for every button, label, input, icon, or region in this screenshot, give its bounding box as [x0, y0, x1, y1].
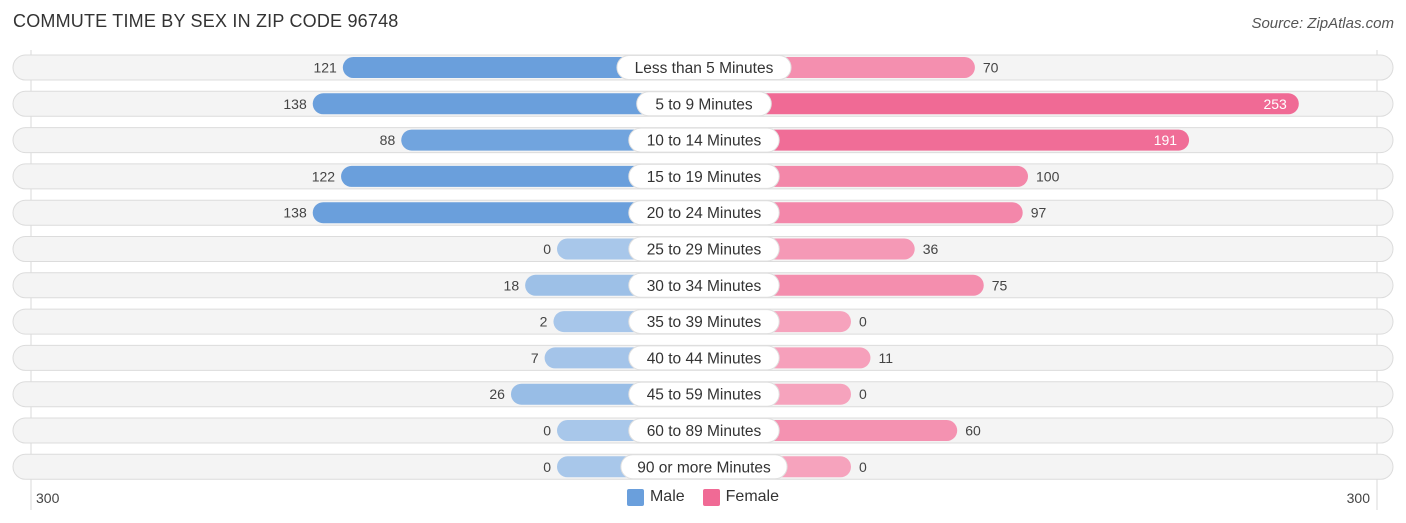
bar-female: [704, 93, 1299, 115]
value-label-female: 0: [859, 386, 867, 402]
legend-label-female: Female: [725, 488, 780, 505]
value-label-male: 7: [531, 350, 539, 366]
category-label: 10 to 14 Minutes: [647, 133, 762, 150]
value-label-male: 122: [312, 168, 336, 184]
chart-row[interactable]: 90 or more Minutes 0 0: [12, 453, 1394, 480]
legend: Male Female: [0, 488, 1406, 506]
value-label-male: 0: [543, 423, 551, 439]
value-label-male: 2: [540, 314, 548, 330]
value-label-male: 138: [283, 96, 307, 112]
chart-row[interactable]: 10 to 14 Minutes 88 191: [12, 127, 1394, 154]
value-label-female: 191: [1154, 132, 1178, 148]
chart-row[interactable]: 60 to 89 Minutes 0 60: [12, 417, 1394, 444]
chart-row[interactable]: Less than 5 Minutes 121 70: [12, 54, 1394, 81]
category-label: 5 to 9 Minutes: [655, 96, 753, 113]
category-label: 90 or more Minutes: [637, 459, 771, 476]
legend-item-male[interactable]: Male: [626, 488, 685, 506]
chart-row[interactable]: 5 to 9 Minutes 138 253: [12, 90, 1394, 117]
value-label-female: 75: [992, 277, 1008, 293]
value-label-male: 0: [543, 459, 551, 475]
value-label-female: 70: [983, 60, 999, 76]
chart-row[interactable]: 35 to 39 Minutes 2 0: [12, 308, 1394, 335]
category-label: 40 to 44 Minutes: [647, 350, 762, 367]
category-label: 35 to 39 Minutes: [647, 314, 762, 331]
category-label: 30 to 34 Minutes: [647, 278, 762, 295]
value-label-female: 0: [859, 314, 867, 330]
legend-swatch-female: [702, 488, 720, 506]
value-label-male: 0: [543, 241, 551, 257]
chart-row[interactable]: 45 to 59 Minutes 26 0: [12, 381, 1394, 408]
category-label: 15 to 19 Minutes: [647, 169, 762, 186]
value-label-female: 97: [1031, 205, 1047, 221]
legend-item-female[interactable]: Female: [702, 488, 780, 506]
value-label-female: 0: [859, 459, 867, 475]
value-label-female: 11: [878, 350, 893, 366]
category-label: Less than 5 Minutes: [635, 60, 774, 77]
category-label: 45 to 59 Minutes: [647, 387, 762, 404]
value-label-male: 18: [504, 277, 520, 293]
value-label-female: 100: [1036, 168, 1060, 184]
value-label-male: 88: [380, 132, 396, 148]
chart-row[interactable]: 15 to 19 Minutes 122 100: [12, 163, 1394, 190]
chart-row[interactable]: 20 to 24 Minutes 138 97: [12, 199, 1394, 226]
value-label-female: 60: [965, 423, 981, 439]
value-label-female: 253: [1263, 96, 1287, 112]
value-label-male: 26: [489, 386, 505, 402]
category-label: 60 to 89 Minutes: [647, 423, 762, 440]
legend-swatch-male: [626, 488, 644, 506]
value-label-male: 138: [283, 205, 307, 221]
legend-label-male: Male: [649, 488, 685, 505]
chart-plot: Less than 5 Minutes121 705 to 9 Minutes13…: [12, 50, 1394, 510]
category-label: 20 to 24 Minutes: [647, 205, 762, 222]
chart-row[interactable]: 40 to 44 Minutes 7 11: [12, 344, 1394, 371]
category-label: 25 to 29 Minutes: [647, 242, 762, 259]
chart-row[interactable]: 25 to 29 Minutes 0 36: [12, 236, 1394, 262]
value-label-male: 121: [313, 60, 337, 76]
chart-row[interactable]: 30 to 34 Minutes 18 75: [12, 272, 1394, 299]
value-label-female: 36: [923, 241, 939, 257]
